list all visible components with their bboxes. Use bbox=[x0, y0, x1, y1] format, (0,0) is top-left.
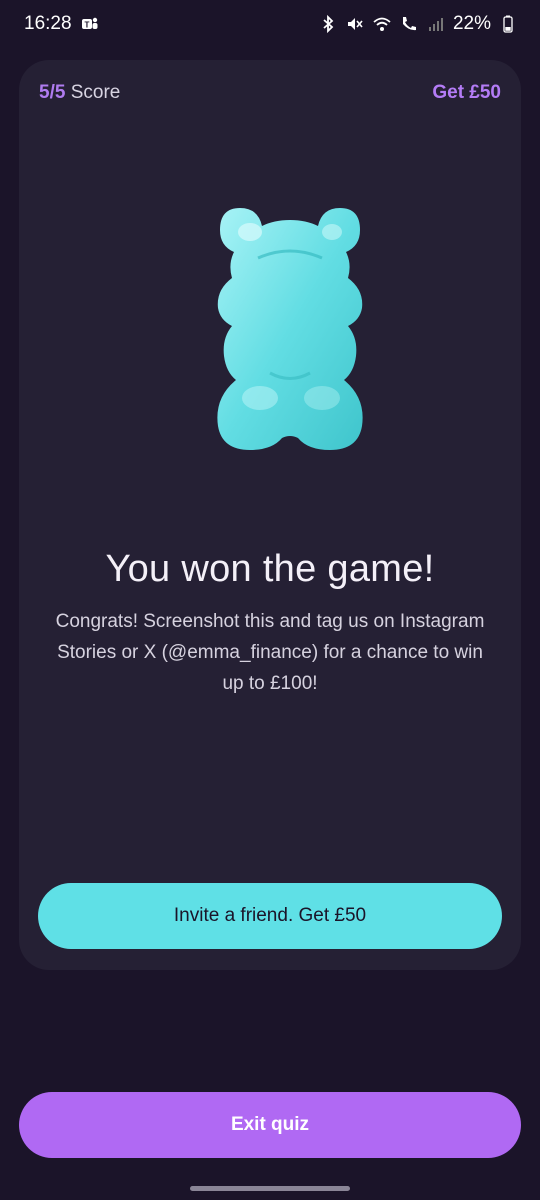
status-right: 22% bbox=[318, 13, 518, 35]
score: 5/5 Score bbox=[39, 82, 120, 104]
invite-friend-button[interactable]: Invite a friend. Get £50 bbox=[38, 883, 502, 949]
quiz-result-screen: 16:28 T 22% 5/5 Score Get £50 You won th… bbox=[0, 0, 540, 1200]
wifi-call-icon bbox=[399, 14, 419, 34]
result-headline: You won the game! bbox=[105, 548, 435, 590]
score-label: Score bbox=[70, 82, 121, 103]
get-reward-link[interactable]: Get £50 bbox=[432, 82, 501, 104]
svg-text:T: T bbox=[84, 21, 89, 30]
teams-icon: T bbox=[80, 14, 100, 34]
bluetooth-icon bbox=[318, 14, 338, 34]
home-indicator[interactable] bbox=[190, 1186, 350, 1191]
status-time: 16:28 bbox=[24, 13, 72, 34]
score-value: 5/5 bbox=[39, 82, 66, 103]
mute-icon bbox=[345, 14, 365, 34]
result-card: 5/5 Score Get £50 You won the game! Cong… bbox=[19, 60, 521, 970]
wifi-icon bbox=[372, 14, 392, 34]
status-left: 16:28 T bbox=[24, 13, 100, 35]
battery-icon bbox=[498, 14, 518, 34]
gummy-bear-icon bbox=[187, 190, 392, 465]
result-description: Congrats! Screenshot this and tag us on … bbox=[55, 611, 485, 694]
exit-quiz-button[interactable]: Exit quiz bbox=[19, 1092, 521, 1158]
status-bar: 16:28 T 22% bbox=[0, 0, 540, 48]
battery-percentage: 22% bbox=[452, 13, 491, 34]
signal-icon bbox=[426, 14, 446, 34]
